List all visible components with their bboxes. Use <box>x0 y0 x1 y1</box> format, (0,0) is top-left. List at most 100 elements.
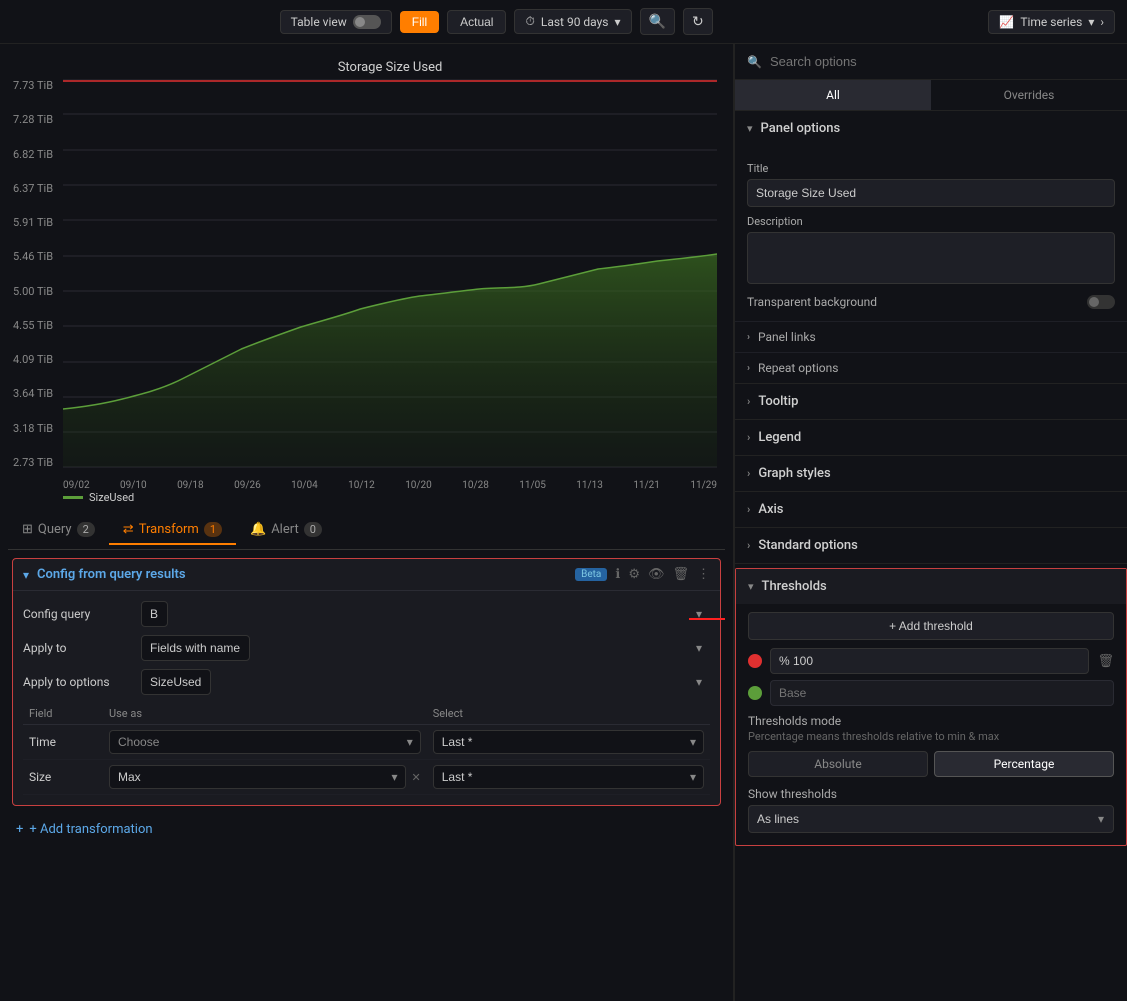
row1-use-as-select[interactable]: Choose <box>109 730 421 754</box>
tab-overrides[interactable]: Overrides <box>931 80 1127 110</box>
y-label-2: 6.82 TiB <box>13 148 53 161</box>
config-query-select-wrapper: B <box>141 601 710 627</box>
tab-alert[interactable]: 🔔 Alert 0 <box>236 516 336 545</box>
threshold-base-input[interactable] <box>770 680 1114 706</box>
panel-options-body: Title Description Transparent background <box>735 146 1127 321</box>
graph-styles-section: › Graph styles <box>735 456 1127 492</box>
y-label-4: 5.91 TiB <box>13 216 53 229</box>
x-axis: 09/0209/1009/1809/26 10/0410/1210/2010/2… <box>63 480 717 491</box>
collapse-icon[interactable]: ▾ <box>23 568 29 582</box>
transparent-bg-toggle[interactable] <box>1087 295 1115 309</box>
search-input[interactable] <box>770 54 1115 69</box>
panel-links-item[interactable]: › Panel links <box>735 321 1127 352</box>
time-series-label: Time series <box>1020 15 1082 29</box>
fill-button[interactable]: Fill <box>400 11 439 33</box>
config-query-label: Config query <box>23 607 133 621</box>
panel-options-title: Panel options <box>761 121 841 136</box>
axis-section: › Axis <box>735 492 1127 528</box>
y-axis: 7.73 TiB 7.28 TiB 6.82 TiB 6.37 TiB 5.91… <box>13 79 53 469</box>
threshold1-dot <box>748 654 762 668</box>
tab-transform[interactable]: ⇄ Transform 1 <box>109 516 236 545</box>
desc-field-label: Description <box>747 215 1115 228</box>
config-query-select[interactable]: B <box>141 601 168 627</box>
add-threshold-button[interactable]: + Add threshold <box>748 612 1114 640</box>
alert-badge: 0 <box>304 522 322 537</box>
absolute-mode-button[interactable]: Absolute <box>748 751 928 777</box>
query-icon: ⊞ <box>22 522 33 537</box>
tab-query[interactable]: ⊞ Query 2 <box>8 516 109 545</box>
legend-label: Legend <box>758 430 801 445</box>
show-thresholds-select-wrapper: As lines As filled regions Off <box>748 805 1114 833</box>
apply-to-select[interactable]: Fields with name <box>141 635 250 661</box>
annotation: Query that gets the total Size of the Di… <box>689 601 725 637</box>
thresholds-header[interactable]: ▾ Thresholds <box>736 569 1126 604</box>
axis-header[interactable]: › Axis <box>735 492 1127 527</box>
threshold-row-1: 🗑 <box>748 648 1114 674</box>
chart-icon: 📈 <box>999 15 1014 29</box>
more-icon[interactable]: ⋮ <box>697 567 710 582</box>
row2-clear-btn[interactable]: ✕ <box>412 771 421 784</box>
y-label-9: 3.64 TiB <box>13 387 53 400</box>
table-view-label: Table view <box>291 15 347 29</box>
zoom-out-button[interactable]: 🔍 <box>640 8 675 35</box>
legend-header[interactable]: › Legend <box>735 420 1127 455</box>
eye-icon[interactable]: 👁 <box>648 567 665 582</box>
row2-use-as-select[interactable]: Max <box>109 765 406 789</box>
arrow-line <box>689 618 725 620</box>
standard-options-header[interactable]: › Standard options <box>735 528 1127 563</box>
use-as-col-header: Use as <box>103 703 427 725</box>
legend-color <box>63 496 83 499</box>
config-header: ▾ Config from query results Beta ℹ ⚙ 👁 🗑… <box>13 559 720 591</box>
config-block: ▾ Config from query results Beta ℹ ⚙ 👁 🗑… <box>12 558 721 806</box>
title-input[interactable] <box>747 179 1115 207</box>
show-thresholds-select[interactable]: As lines As filled regions Off <box>748 805 1114 833</box>
tooltip-label: Tooltip <box>758 394 798 409</box>
chevron-down-thresholds: ▾ <box>748 580 754 593</box>
tab-all[interactable]: All <box>735 80 931 110</box>
y-label-8: 4.09 TiB <box>13 353 53 366</box>
threshold-base-dot <box>748 686 762 700</box>
threshold1-delete-icon[interactable]: 🗑 <box>1097 654 1114 669</box>
settings-icon[interactable]: ⚙ <box>628 567 640 582</box>
y-label-0: 7.73 TiB <box>13 79 53 92</box>
apply-to-options-select[interactable]: SizeUsed <box>141 669 211 695</box>
info-icon[interactable]: ℹ <box>615 567 620 582</box>
actual-button[interactable]: Actual <box>447 10 506 34</box>
standard-options-label: Standard options <box>758 538 857 553</box>
chevron-right-legend: › <box>747 431 750 444</box>
search-icon: 🔍 <box>747 55 762 69</box>
percentage-mode-button[interactable]: Percentage <box>934 751 1114 777</box>
alert-icon: 🔔 <box>250 522 266 537</box>
threshold1-input[interactable] <box>770 648 1089 674</box>
refresh-button[interactable]: ↻ <box>683 8 713 35</box>
row2-select-dropdown[interactable]: Last * <box>433 765 704 789</box>
description-input[interactable] <box>747 232 1115 284</box>
row1-select-dropdown[interactable]: Last * <box>433 730 704 754</box>
show-thresholds-label: Show thresholds <box>748 787 1114 801</box>
time-range-label: Last 90 days <box>541 15 609 29</box>
repeat-options-item[interactable]: › Repeat options <box>735 352 1127 383</box>
all-overrides-tabs: All Overrides <box>735 80 1127 111</box>
row2-use-as-wrapper: Max ✕ <box>109 765 421 789</box>
transparent-bg-label: Transparent background <box>747 295 877 309</box>
right-panel: 🔍 All Overrides ▾ Panel options Title De… <box>734 44 1127 1001</box>
time-series-button[interactable]: 📈 Time series ▾ › <box>988 10 1115 34</box>
apply-to-label: Apply to <box>23 641 133 655</box>
table-view-toggle[interactable]: Table view <box>280 10 392 34</box>
repeat-options-label: Repeat options <box>758 361 838 375</box>
y-label-6: 5.00 TiB <box>13 285 53 298</box>
tooltip-header[interactable]: › Tooltip <box>735 384 1127 419</box>
time-range-button[interactable]: ⏱ Last 90 days ▾ <box>514 9 631 34</box>
arrow-container <box>689 613 725 625</box>
panel-options-header[interactable]: ▾ Panel options <box>735 111 1127 146</box>
trash-icon[interactable]: 🗑 <box>672 567 689 582</box>
graph-styles-header[interactable]: › Graph styles <box>735 456 1127 491</box>
transform-icon: ⇄ <box>123 522 134 537</box>
table-view-switch[interactable] <box>353 15 381 29</box>
thresholds-mode-label: Thresholds mode <box>748 714 1114 728</box>
config-query-row-container: Config query B <box>23 601 710 627</box>
chart-title: Storage Size Used <box>63 60 717 75</box>
chart-container: Storage Size Used 7.73 TiB 7.28 TiB 6.82… <box>8 52 725 512</box>
add-transformation-button[interactable]: + + Add transformation <box>12 814 721 845</box>
y-label-11: 2.73 TiB <box>13 456 53 469</box>
